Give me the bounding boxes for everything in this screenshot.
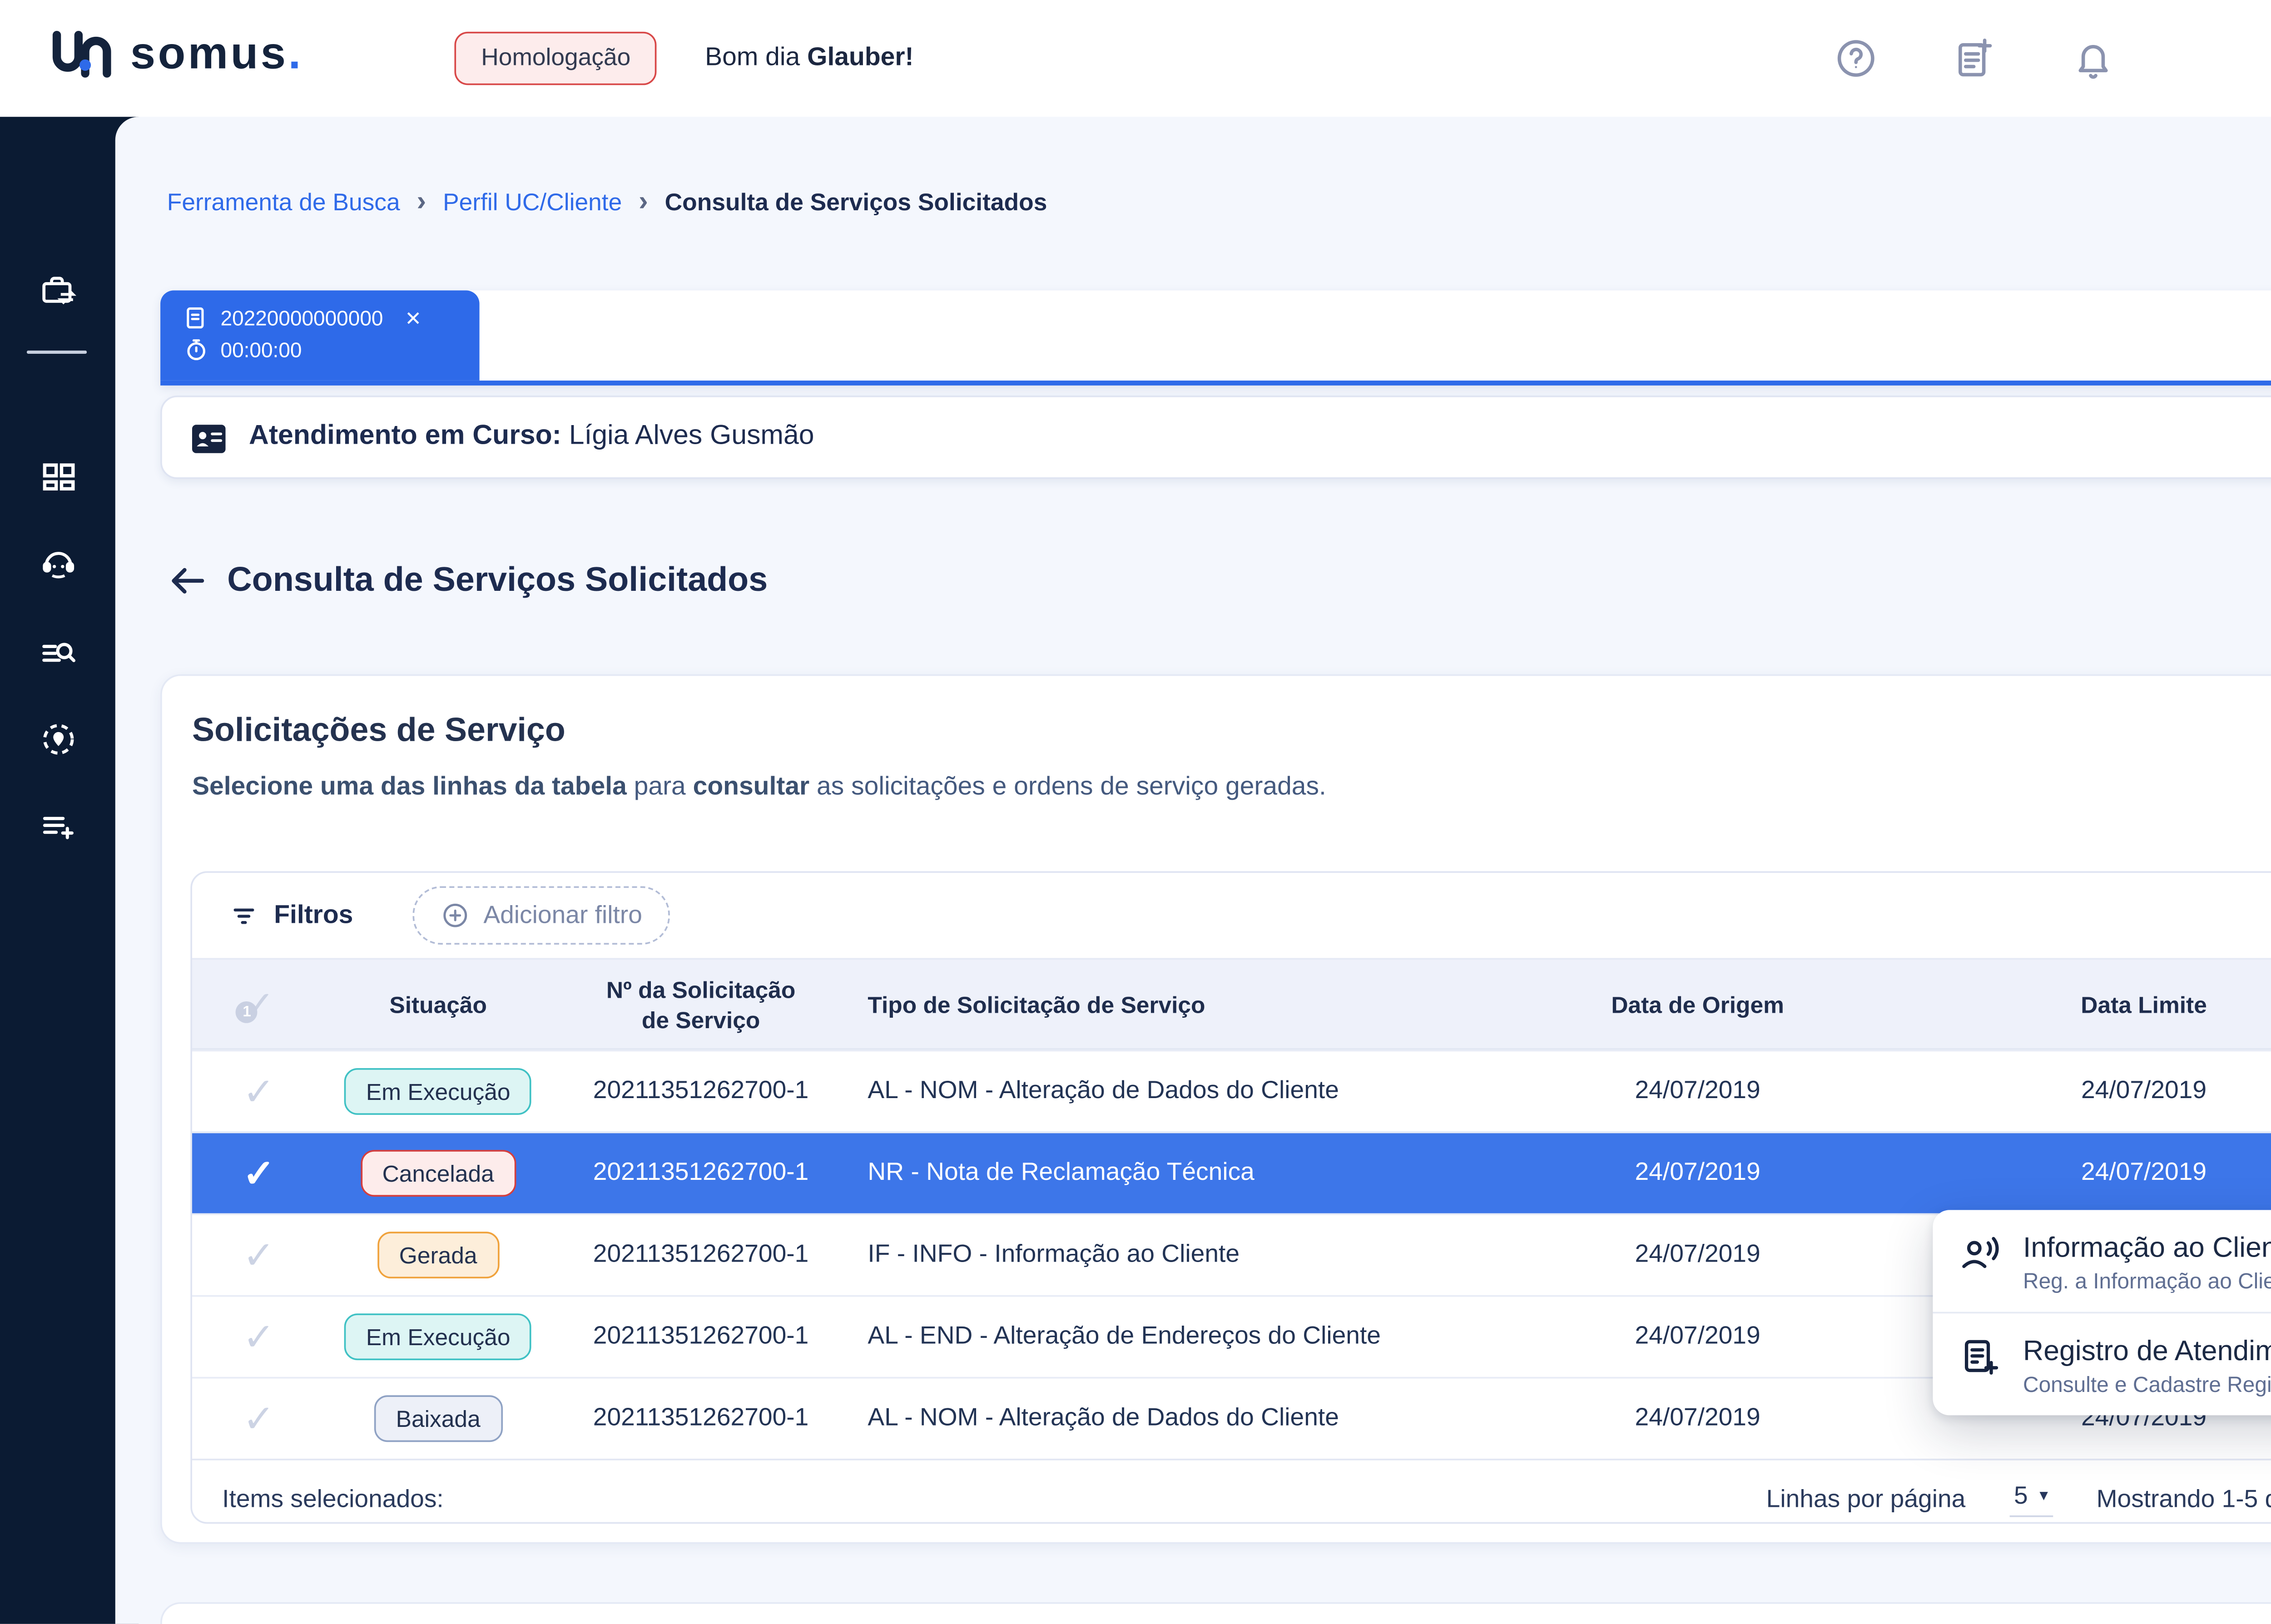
breadcrumb-separator-icon: › — [417, 185, 426, 219]
help-icon[interactable] — [1834, 37, 1878, 80]
row-check-icon[interactable]: ✓ — [243, 1404, 275, 1434]
attendance-customer-name: Lígia Alves Gusmão — [569, 421, 814, 451]
brand-mark-icon — [50, 29, 117, 79]
row-check-icon[interactable]: ✓ — [243, 1158, 275, 1188]
session-tab-bar: 20220000000000 ✕ 00:00:00 — [160, 290, 2271, 385]
page-title: Consulta de Serviços Solicitados — [227, 561, 768, 601]
table-row[interactable]: ✓ Cancelada 20211351262700-1NR - Nota de R… — [192, 1132, 2271, 1213]
session-number: 20220000000000 — [220, 306, 383, 329]
arrow-left-icon — [167, 561, 207, 601]
column-header: Tipo de Solicitação de Serviço — [851, 989, 1452, 1019]
request-number: 20211351262700-1 — [551, 1404, 851, 1434]
filters-label: Filtros — [229, 901, 353, 931]
status-badge: Baixada — [374, 1395, 502, 1442]
limit-date: 24/07/2019 — [1944, 1076, 2271, 1106]
menu-item[interactable]: Informação ao ClienteReg. a Informação a… — [1933, 1210, 2271, 1312]
menu-item-subtitle: Consulte e Cadastre Registros — [2023, 1370, 2271, 1398]
request-type: NR - Nota de Reclamação Técnica — [851, 1158, 1452, 1188]
plus-circle-icon — [441, 901, 470, 930]
origin-date: 24/07/2019 — [1452, 1322, 1944, 1352]
origin-date: 24/07/2019 — [1452, 1240, 1944, 1270]
breadcrumb-item[interactable]: Perfil UC/Cliente — [443, 190, 622, 217]
app-header: somus. Homologação Bom dia Glauber! — [0, 0, 2271, 117]
bell-icon[interactable] — [2072, 37, 2115, 80]
request-number: 20211351262700-1 — [551, 1158, 851, 1188]
request-type: AL - END - Alteração de Endereços do Cli… — [851, 1322, 1452, 1352]
column-header: ✓1 — [192, 989, 326, 1019]
record-voice-over-icon — [1959, 1233, 2001, 1275]
brand-name: somus. — [130, 28, 303, 80]
filter-icon — [229, 901, 259, 931]
table-container: Filtros Adicionar filtro ✓1SituaçãoNº da… — [190, 871, 2271, 1524]
attendance-bar[interactable]: Atendimento em Curso: Lígia Alves Gusmão — [160, 396, 2271, 479]
close-icon[interactable]: ✕ — [405, 306, 421, 329]
pagination-range: Mostrando 1-5 de 10 — [2097, 1485, 2271, 1513]
status-badge: Em Execução — [344, 1313, 532, 1360]
row-check-icon[interactable]: ✓ — [243, 1240, 275, 1270]
next-card-peek — [160, 1602, 2271, 1624]
select-all-check-icon[interactable]: ✓1 — [243, 989, 275, 1019]
support-agent-icon[interactable] — [40, 546, 77, 583]
location-target-icon[interactable] — [40, 721, 77, 758]
row-actions-menu: Informação ao ClienteReg. a Informação a… — [1933, 1210, 2271, 1415]
column-header: Data Limite — [1944, 989, 2271, 1019]
request-type: AL - NOM - Alteração de Dados do Cliente — [851, 1076, 1452, 1106]
dashboard-icon[interactable] — [40, 459, 77, 496]
brand-dot: . — [288, 28, 303, 78]
request-number: 20211351262700-1 — [551, 1322, 851, 1352]
request-type: IF - INFO - Informação ao Cliente — [851, 1240, 1452, 1270]
breadcrumb-separator-icon: › — [639, 185, 648, 219]
menu-item-title: Informação ao Cliente — [2023, 1228, 2271, 1267]
request-number: 20211351262700-1 — [551, 1240, 851, 1270]
request-number: 20211351262700-1 — [551, 1076, 851, 1106]
limit-date: 24/07/2019 — [1944, 1158, 2271, 1188]
status-badge: Gerada — [377, 1232, 499, 1278]
column-header: Situação — [326, 989, 551, 1019]
back-button[interactable] — [167, 561, 207, 601]
session-timer: 00:00:00 — [220, 338, 302, 361]
selected-items-label: Items selecionados: — [222, 1485, 444, 1513]
attendance-text: Atendimento em Curso: Lígia Alves Gusmão — [249, 421, 814, 452]
brand-logo: somus. — [50, 28, 303, 80]
row-check-icon[interactable]: ✓ — [243, 1076, 275, 1106]
breadcrumb: Ferramenta de Busca › Perfil UC/Cliente › Co… — [167, 187, 1047, 221]
stopwatch-icon — [184, 337, 209, 362]
breadcrumb-item[interactable]: Ferramenta de Busca — [167, 190, 400, 217]
table-footer: Items selecionados: Linhas por página 5 … — [192, 1459, 2271, 1524]
menu-item-title: Registro de Atendimento — [2023, 1332, 2271, 1371]
caret-down-icon: ▾ — [2039, 1486, 2048, 1505]
row-check-icon[interactable]: ✓ — [243, 1322, 275, 1352]
request-type: AL - NOM - Alteração de Dados do Cliente — [851, 1404, 1452, 1434]
origin-date: 24/07/2019 — [1452, 1158, 1944, 1188]
rows-per-page-select[interactable]: 5 ▾ — [2009, 1481, 2053, 1516]
column-header: Data de Origem — [1452, 989, 1944, 1019]
column-header: Nº da Solicitação de Serviço — [551, 974, 851, 1034]
session-tab[interactable]: 20220000000000 ✕ 00:00:00 — [160, 290, 479, 380]
menu-item-subtitle: Reg. a Informação ao Cliente sobre a SS/… — [2023, 1267, 2271, 1295]
playlist-add-icon[interactable] — [40, 808, 77, 845]
doc-add-icon — [1959, 1337, 2001, 1379]
origin-date: 24/07/2019 — [1452, 1404, 1944, 1434]
card-subtitle: Selecione uma das linhas da tabela para … — [192, 773, 1326, 803]
environment-badge: Homologação — [454, 32, 657, 85]
filter-bar: Filtros Adicionar filtro — [192, 873, 2271, 958]
contact-card-icon — [189, 419, 229, 459]
sidebar-divider — [27, 351, 87, 354]
selected-count-badge: 1 — [236, 1000, 258, 1022]
greeting-text: Bom dia Glauber! — [705, 44, 913, 74]
rows-per-page-label: Linhas por página — [1766, 1485, 1966, 1513]
breadcrumb-item: Consulta de Serviços Solicitados — [665, 190, 1047, 217]
note-add-icon[interactable] — [1951, 37, 1995, 80]
status-badge: Em Execução — [344, 1068, 532, 1115]
status-badge: Cancelada — [361, 1150, 516, 1197]
table-row[interactable]: ✓ Em Execução 20211351262700-1AL - NOM - A… — [192, 1050, 2271, 1132]
search-list-icon[interactable] — [40, 634, 77, 671]
briefcase-sync-icon[interactable] — [40, 274, 77, 311]
card-title: Solicitações de Serviço — [192, 713, 565, 751]
origin-date: 24/07/2019 — [1452, 1076, 1944, 1106]
menu-item[interactable]: Registro de AtendimentoConsulte e Cadast… — [1933, 1312, 2271, 1416]
document-icon — [184, 306, 209, 331]
table-header-row: ✓1 SituaçãoNº da Solicitação de ServiçoTi… — [192, 958, 2271, 1050]
add-filter-button[interactable]: Adicionar filtro — [413, 886, 671, 945]
